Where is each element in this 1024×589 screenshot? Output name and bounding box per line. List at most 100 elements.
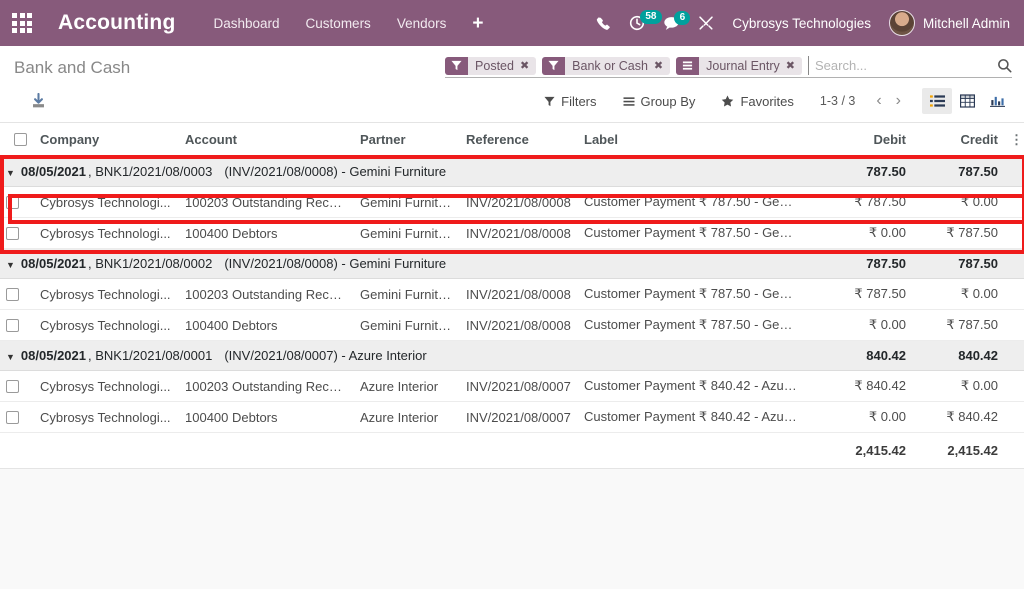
journal-items-table: Company Account Partner Reference Label … <box>0 123 1024 469</box>
group-row[interactable]: ▼ 08/05/2021, BNK1/2021/08/0001 (INV/2021/… <box>0 340 1024 371</box>
header-label[interactable]: Label <box>578 123 804 157</box>
row-checkbox[interactable] <box>6 195 19 209</box>
chevron-down-icon[interactable]: ▼ <box>6 352 15 362</box>
menu-item-dashboard[interactable]: Dashboard <box>214 16 280 31</box>
cell-credit: ₹ 787.50 <box>912 217 1004 249</box>
cell-account: 100203 Outstanding Receipts <box>179 186 354 218</box>
header-credit[interactable]: Credit <box>912 123 1004 157</box>
avatar <box>888 10 915 36</box>
filter-icon <box>445 56 469 75</box>
table-row[interactable]: Cybrosys Technologi... 100203 Outstandin… <box>0 370 1024 402</box>
group-credit: 840.42 <box>912 340 1004 371</box>
developer-tools-icon[interactable] <box>698 15 714 31</box>
header-options[interactable]: ⋮ <box>1004 123 1024 157</box>
group-credit: 787.50 <box>912 248 1004 279</box>
facet-journal-entry[interactable]: Journal Entry ✖ <box>676 56 802 75</box>
pager-count: 1-3 / 3 <box>819 94 856 108</box>
group-row[interactable]: ▼ 08/05/2021, BNK1/2021/08/0003 (INV/2021/… <box>0 156 1024 187</box>
table-row[interactable]: Cybrosys Technologi... 100400 Debtors Ge… <box>0 309 1024 341</box>
table-row[interactable]: Cybrosys Technologi... 100400 Debtors Ge… <box>0 217 1024 249</box>
cell-debit: ₹ 787.50 <box>804 186 912 218</box>
cell-account: 100400 Debtors <box>179 309 354 341</box>
filter-icon <box>542 56 566 75</box>
favorites-label: Favorites <box>740 93 794 109</box>
header-account[interactable]: Account <box>179 123 354 157</box>
facet-journal-entry-label: Journal Entry <box>706 58 780 73</box>
facet-bank-or-cash[interactable]: Bank or Cash ✖ <box>542 56 671 75</box>
cell-reference: INV/2021/08/0007 <box>460 370 578 402</box>
messages-icon[interactable]: 6 <box>663 10 691 31</box>
cell-reference: INV/2021/08/0008 <box>460 186 578 218</box>
cell-company: Cybrosys Technologi... <box>34 370 179 402</box>
total-debit: 2,415.42 <box>804 432 912 469</box>
close-icon[interactable]: ✖ <box>786 59 795 72</box>
table-row[interactable]: Cybrosys Technologi... 100203 Outstandin… <box>0 186 1024 218</box>
chevron-down-icon[interactable]: ▼ <box>6 260 15 270</box>
facet-posted[interactable]: Posted ✖ <box>445 56 537 75</box>
apps-grid-icon[interactable] <box>0 0 44 46</box>
header-partner[interactable]: Partner <box>354 123 460 157</box>
group-date: 08/05/2021 <box>20 348 86 363</box>
facet-posted-label: Posted <box>475 58 514 73</box>
cell-partner: Gemini Furnitu... <box>354 309 460 341</box>
header-reference[interactable]: Reference <box>460 123 578 157</box>
group-by-label: Group By <box>640 93 696 109</box>
cell-partner: Gemini Furnitu... <box>354 217 460 249</box>
header-company[interactable]: Company <box>34 123 179 157</box>
row-checkbox[interactable] <box>6 287 19 301</box>
filters-label: Filters <box>561 93 597 109</box>
cell-partner: Azure Interior <box>354 401 460 433</box>
user-menu[interactable]: Mitchell Admin <box>888 10 1010 36</box>
cell-reference: INV/2021/08/0008 <box>460 278 578 310</box>
page-title: Bank and Cash <box>14 58 131 77</box>
cell-company: Cybrosys Technologi... <box>34 217 179 249</box>
activity-count-badge: 58 <box>640 10 662 24</box>
company-switcher[interactable]: Cybrosys Technologies <box>732 16 871 31</box>
list-view-button[interactable] <box>922 88 952 114</box>
table-row[interactable]: Cybrosys Technologi... 100203 Outstandin… <box>0 278 1024 310</box>
cell-debit: ₹ 0.00 <box>804 217 912 249</box>
table-row[interactable]: Cybrosys Technologi... 100400 Debtors Az… <box>0 401 1024 433</box>
options-dots-icon[interactable]: ⋮ <box>1010 132 1023 147</box>
phone-icon[interactable] <box>596 16 611 31</box>
activity-clock-icon[interactable]: 58 <box>629 10 662 31</box>
group-move: , BNK1/2021/08/0001 <box>88 348 213 363</box>
plus-icon[interactable]: + <box>472 14 483 33</box>
search-input[interactable] <box>808 56 991 75</box>
import-download-icon[interactable] <box>14 91 63 112</box>
bar-chart-icon <box>989 96 1005 107</box>
search-icon[interactable] <box>997 58 1012 73</box>
cell-reference: INV/2021/08/0008 <box>460 217 578 249</box>
filters-button[interactable]: Filters <box>544 93 597 109</box>
cell-company: Cybrosys Technologi... <box>34 278 179 310</box>
cell-debit: ₹ 840.42 <box>804 370 912 402</box>
pager-next-icon[interactable]: › <box>889 93 908 109</box>
select-all-checkbox[interactable] <box>14 133 27 146</box>
cell-reference: INV/2021/08/0008 <box>460 309 578 341</box>
chevron-down-icon[interactable]: ▼ <box>6 168 15 178</box>
group-row[interactable]: ▼ 08/05/2021, BNK1/2021/08/0002 (INV/2021/… <box>0 248 1024 279</box>
pager-previous-icon[interactable]: ‹ <box>869 93 888 109</box>
menu-item-customers[interactable]: Customers <box>306 16 371 31</box>
app-brand-accounting[interactable]: Accounting <box>58 11 176 35</box>
graph-view-button[interactable] <box>982 88 1012 114</box>
user-name: Mitchell Admin <box>922 15 1010 31</box>
pivot-view-button[interactable] <box>952 88 982 114</box>
row-checkbox[interactable] <box>6 410 19 424</box>
row-checkbox[interactable] <box>6 226 19 240</box>
row-checkbox[interactable] <box>6 379 19 393</box>
close-icon[interactable]: ✖ <box>654 59 663 72</box>
facet-bank-or-cash-label: Bank or Cash <box>572 58 648 73</box>
cell-credit: ₹ 0.00 <box>912 370 1004 402</box>
cell-label: Customer Payment ₹ 787.50 - Gemini... <box>578 217 804 249</box>
cell-label: Customer Payment ₹ 787.50 - Gemini... <box>578 186 804 218</box>
header-debit[interactable]: Debit <box>804 123 912 157</box>
cell-partner: Gemini Furnitu... <box>354 278 460 310</box>
menu-item-vendors[interactable]: Vendors <box>397 16 447 31</box>
group-by-button[interactable]: Group By <box>623 93 696 109</box>
totals-row: 2,415.42 2,415.42 <box>0 432 1024 469</box>
favorites-button[interactable]: Favorites <box>721 93 794 109</box>
row-checkbox[interactable] <box>6 318 19 332</box>
view-switcher <box>922 88 1012 114</box>
close-icon[interactable]: ✖ <box>520 59 529 72</box>
